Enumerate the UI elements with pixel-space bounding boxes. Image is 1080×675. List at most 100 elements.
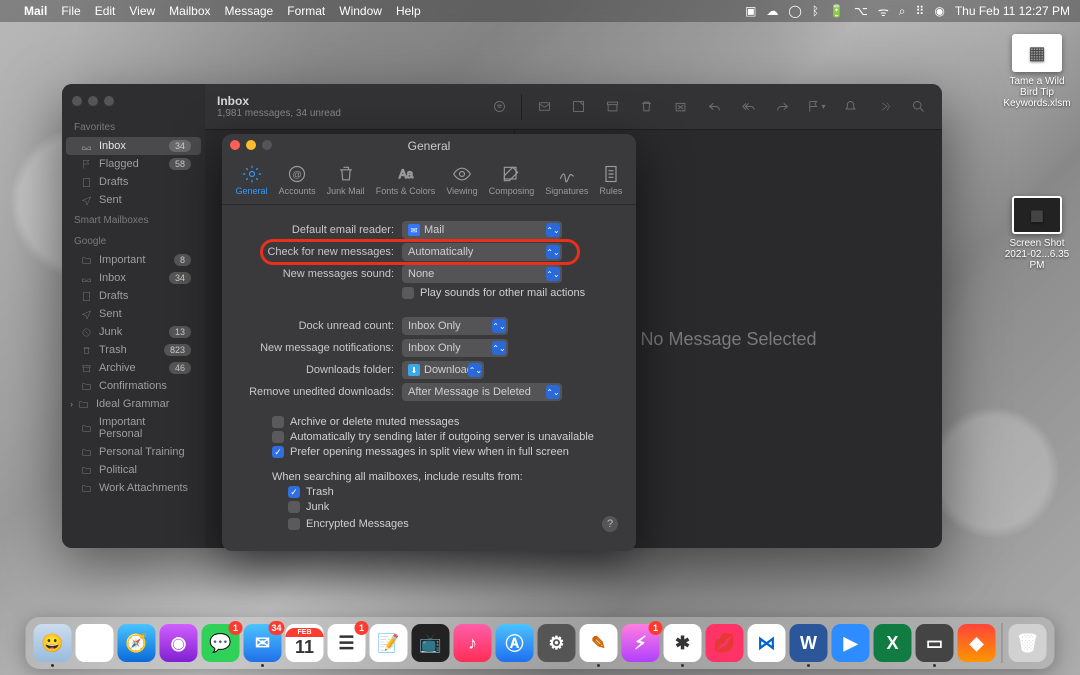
select-dock-count[interactable]: Inbox Only⌃⌄	[402, 317, 508, 335]
checkbox-search-encrypted[interactable]	[288, 518, 300, 530]
checkbox-playsounds[interactable]	[402, 287, 414, 299]
mute-button[interactable]	[838, 96, 862, 118]
checkbox-split[interactable]: ✓	[272, 446, 284, 458]
junk-button[interactable]	[668, 96, 692, 118]
checkbox-archive[interactable]	[272, 416, 284, 428]
tab-accounts[interactable]: @Accounts	[275, 162, 320, 198]
dock-messenger[interactable]: ⚡︎1	[622, 624, 660, 662]
sidebar-g-sent[interactable]: Sent	[66, 305, 201, 323]
new-button[interactable]	[566, 96, 590, 118]
sidebar-g-inbox[interactable]: Inbox34	[66, 269, 201, 287]
sidebar-confirmations[interactable]: Confirmations	[66, 377, 201, 395]
dock-lips[interactable]: 💋	[706, 624, 744, 662]
select-downloads[interactable]: ⬇︎Downloads⌃⌄	[402, 361, 484, 379]
dock-slack[interactable]: ✱	[664, 624, 702, 662]
window-controls[interactable]	[62, 92, 205, 116]
clock[interactable]: Thu Feb 11 12:27 PM	[955, 4, 1070, 18]
delete-button[interactable]	[634, 96, 658, 118]
dock-launchpad[interactable]: ▦	[76, 624, 114, 662]
sidebar-ideal-grammar[interactable]: ›Ideal Grammar	[66, 395, 201, 413]
desktop-file-xlsm[interactable]: ▦ Tame a Wild Bird Tip Keywords.xlsm	[1002, 34, 1072, 109]
dock-podcasts[interactable]: ◉	[160, 624, 198, 662]
sidebar-trash[interactable]: Trash823	[66, 341, 201, 359]
sidebar-drafts[interactable]: Drafts	[66, 173, 201, 191]
cloud-icon[interactable]: ☁︎	[766, 4, 778, 18]
select-notifications[interactable]: Inbox Only⌃⌄	[402, 339, 508, 357]
select-reader[interactable]: ✉︎Mail⌃⌄	[402, 221, 562, 239]
dock-notes[interactable]: 📝	[370, 624, 408, 662]
help-button[interactable]: ?	[602, 516, 618, 532]
dock-terminal[interactable]: ▭	[916, 624, 954, 662]
sidebar-personal-training[interactable]: Personal Training	[66, 443, 201, 461]
menu-format[interactable]: Format	[287, 4, 325, 18]
desktop-file-screenshot[interactable]: ◼︎ Screen Shot 2021-02...6.35 PM	[1002, 196, 1072, 271]
sidebar-important-personal[interactable]: Important Personal	[66, 413, 201, 443]
search-icon[interactable]: ⌕	[899, 4, 906, 19]
dock-pages[interactable]: ✎	[580, 624, 618, 662]
sidebar-inbox[interactable]: Inbox34	[66, 137, 201, 155]
app-menu[interactable]: Mail	[24, 4, 47, 18]
dock-appstore[interactable]: Ⓐ	[496, 624, 534, 662]
siri-icon[interactable]: ◉	[934, 4, 944, 18]
tab-general[interactable]: General	[232, 162, 272, 198]
checkbox-retry[interactable]	[272, 431, 284, 443]
select-sound[interactable]: None⌃⌄	[402, 265, 562, 283]
checkbox-search-junk[interactable]	[288, 501, 300, 513]
tab-signatures[interactable]: Signatures	[541, 162, 592, 198]
sidebar-sent[interactable]: Sent	[66, 191, 201, 209]
reply-button[interactable]	[702, 96, 726, 118]
sidebar-important[interactable]: Important8	[66, 251, 201, 269]
flag-button[interactable]: ▾	[804, 96, 828, 118]
dock-excel[interactable]: X	[874, 624, 912, 662]
dock-reminders[interactable]: ☰1	[328, 624, 366, 662]
tab-viewing[interactable]: Viewing	[442, 162, 481, 198]
tab-composing[interactable]: Composing	[485, 162, 539, 198]
dock-settings[interactable]: ⚙︎	[538, 624, 576, 662]
bluetooth-icon[interactable]: ᛒ	[812, 4, 819, 18]
archive-button[interactable]	[600, 96, 624, 118]
dock-trash[interactable]: 🗑	[1009, 624, 1047, 662]
reply-all-button[interactable]	[736, 96, 760, 118]
compose-button[interactable]	[532, 96, 556, 118]
dock-finder[interactable]: 😀	[34, 624, 72, 662]
select-check-messages[interactable]: Automatically⌃⌄	[402, 243, 562, 261]
sidebar-flagged[interactable]: Flagged58	[66, 155, 201, 173]
dock-app[interactable]: ◆	[958, 624, 996, 662]
menu-mailbox[interactable]: Mailbox	[169, 4, 210, 18]
more-button[interactable]	[872, 96, 896, 118]
sidebar-g-drafts[interactable]: Drafts	[66, 287, 201, 305]
battery-icon[interactable]: 🔋	[829, 4, 844, 18]
dock-music[interactable]: ♪	[454, 624, 492, 662]
dock-mail[interactable]: ✉︎34	[244, 624, 282, 662]
chevron-right-icon[interactable]: ›	[70, 399, 73, 409]
sidebar-archive[interactable]: Archive46	[66, 359, 201, 377]
search-button[interactable]	[906, 96, 930, 118]
prefs-window-controls[interactable]	[230, 140, 272, 150]
dock-vscode[interactable]: ⋈	[748, 624, 786, 662]
tab-fonts[interactable]: AaFonts & Colors	[372, 162, 440, 198]
dock-calendar[interactable]: FEB11	[286, 624, 324, 662]
menu-file[interactable]: File	[61, 4, 80, 18]
menu-help[interactable]: Help	[396, 4, 421, 18]
dock-safari[interactable]: 🧭	[118, 624, 156, 662]
tab-rules[interactable]: Rules	[595, 162, 626, 198]
video-icon[interactable]: ▣	[745, 4, 756, 18]
filter-button[interactable]	[487, 96, 511, 118]
sidebar-political[interactable]: Political	[66, 461, 201, 479]
menu-edit[interactable]: Edit	[95, 4, 116, 18]
switch-icon[interactable]: ⌥	[854, 4, 868, 18]
dock-word[interactable]: W	[790, 624, 828, 662]
dock-zoom[interactable]: ▶	[832, 624, 870, 662]
circle-icon[interactable]: ◯	[788, 4, 801, 18]
select-remove[interactable]: After Message is Deleted⌃⌄	[402, 383, 562, 401]
dock-messages[interactable]: 💬1	[202, 624, 240, 662]
menu-window[interactable]: Window	[339, 4, 382, 18]
control-center-icon[interactable]: ⠿	[916, 4, 925, 18]
menu-message[interactable]: Message	[225, 4, 274, 18]
sidebar-junk[interactable]: Junk13	[66, 323, 201, 341]
checkbox-search-trash[interactable]: ✓	[288, 486, 300, 498]
forward-button[interactable]	[770, 96, 794, 118]
tab-junk[interactable]: Junk Mail	[323, 162, 369, 198]
dock-appletv[interactable]: 📺	[412, 624, 450, 662]
menu-view[interactable]: View	[129, 4, 155, 18]
